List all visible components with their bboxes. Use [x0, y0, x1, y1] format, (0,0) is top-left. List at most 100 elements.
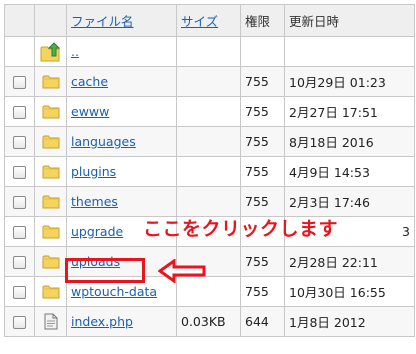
row-checkbox-cell [4, 126, 35, 157]
row-modified: 1月8日 2012 [284, 306, 415, 337]
file-link[interactable]: themes [71, 194, 118, 209]
row-select-checkbox[interactable] [13, 76, 26, 89]
row-permission: 755 [240, 276, 285, 307]
table-row[interactable]: index.php 0.03KB 644 1月8日 2012 [4, 306, 415, 337]
row-modified: 4月9日 14:53 [284, 156, 415, 187]
row-checkbox-cell [4, 186, 35, 217]
table-row[interactable]: themes 755 2月3日 17:46 [4, 186, 415, 217]
header-modified: 更新日時 [284, 4, 415, 37]
row-icon-cell [34, 36, 67, 67]
table-row[interactable]: cache 755 10月29日 01:23 [4, 66, 415, 97]
file-link[interactable]: cache [71, 74, 108, 89]
row-checkbox-cell [4, 36, 35, 67]
row-select-checkbox[interactable] [13, 256, 26, 269]
header-name[interactable]: ファイル名 [66, 4, 177, 37]
folder-icon [39, 104, 62, 119]
row-icon-cell [34, 306, 67, 337]
file-link[interactable]: languages [71, 134, 136, 149]
row-icon-cell [34, 216, 67, 247]
row-permission: 755 [240, 126, 285, 157]
row-modified: 2月28日 22:11 [284, 246, 415, 277]
row-name-cell: plugins [66, 156, 177, 187]
row-checkbox-cell [4, 276, 35, 307]
row-modified: 2月3日 17:46 [284, 186, 415, 217]
row-permission: 755 [240, 96, 285, 127]
row-modified: 10月30日 16:55 [284, 276, 415, 307]
row-icon-cell [34, 126, 67, 157]
row-size: 0.03KB [176, 306, 241, 337]
header-icon-cell [34, 4, 67, 37]
row-select-checkbox[interactable] [13, 136, 26, 149]
up-folder-icon [39, 41, 62, 62]
file-icon [39, 313, 62, 330]
row-checkbox-cell [4, 306, 35, 337]
row-modified: 10月29日 01:23 [284, 66, 415, 97]
row-modified: 8月18日 2016 [284, 126, 415, 157]
row-size [176, 156, 241, 187]
row-select-checkbox[interactable] [13, 166, 26, 179]
folder-icon [39, 284, 62, 299]
row-checkbox-cell [4, 246, 35, 277]
row-permission: 755 [240, 156, 285, 187]
row-icon-cell [34, 96, 67, 127]
row-name-cell: index.php [66, 306, 177, 337]
folder-icon [39, 254, 62, 269]
row-icon-cell [34, 186, 67, 217]
annotation-text: ここをクリックします [143, 218, 339, 240]
table-row[interactable]: languages 755 8月18日 2016 [4, 126, 415, 157]
file-link[interactable]: ewww [71, 104, 109, 119]
row-select-checkbox[interactable] [13, 226, 26, 239]
table-row[interactable]: ewww 755 2月27日 17:51 [4, 96, 415, 127]
row-icon-cell [34, 276, 67, 307]
row-permission: 755 [240, 186, 285, 217]
row-permission [240, 36, 285, 67]
annotation-highlight-box [65, 258, 145, 283]
row-name-cell: languages [66, 126, 177, 157]
table-row[interactable]: .. [4, 36, 415, 67]
row-select-checkbox[interactable] [13, 196, 26, 209]
row-name-cell: ewww [66, 96, 177, 127]
row-name-cell: cache [66, 66, 177, 97]
folder-icon [39, 224, 62, 239]
row-icon-cell [34, 246, 67, 277]
row-name-cell: themes [66, 186, 177, 217]
row-size [176, 96, 241, 127]
header-permission: 権限 [240, 4, 285, 37]
header-size[interactable]: サイズ [176, 4, 241, 37]
row-select-checkbox[interactable] [13, 286, 26, 299]
row-modified: 2月27日 17:51 [284, 96, 415, 127]
sort-by-size-link[interactable]: サイズ [181, 14, 218, 29]
file-link[interactable]: .. [71, 44, 79, 59]
row-icon-cell [34, 156, 67, 187]
row-checkbox-cell [4, 66, 35, 97]
header-checkbox-cell [4, 4, 35, 37]
file-link[interactable]: plugins [71, 164, 116, 179]
row-permission: 644 [240, 306, 285, 337]
table-row[interactable]: plugins 755 4月9日 14:53 [4, 156, 415, 187]
file-link[interactable]: index.php [71, 314, 133, 329]
folder-icon [39, 134, 62, 149]
row-size [176, 186, 241, 217]
row-permission: 755 [240, 66, 285, 97]
row-checkbox-cell [4, 216, 35, 247]
row-size [176, 36, 241, 67]
row-modified [284, 36, 415, 67]
row-icon-cell [34, 66, 67, 97]
sort-by-name-link[interactable]: ファイル名 [71, 14, 134, 29]
file-link[interactable]: upgrade [71, 224, 123, 239]
folder-icon [39, 194, 62, 209]
row-select-checkbox[interactable] [13, 106, 26, 119]
row-checkbox-cell [4, 96, 35, 127]
table-header-row: ファイル名 サイズ 権限 更新日時 [4, 4, 415, 37]
row-permission: 755 [240, 246, 285, 277]
annotation-arrow-icon [158, 259, 206, 283]
folder-icon [39, 74, 62, 89]
row-size [176, 126, 241, 157]
row-size [176, 66, 241, 97]
row-select-checkbox[interactable] [13, 316, 26, 329]
folder-icon [39, 164, 62, 179]
file-list-table: ファイル名 サイズ 権限 更新日時 .. cache 755 10月29日 01:23… [4, 4, 415, 337]
row-checkbox-cell [4, 156, 35, 187]
file-link[interactable]: wptouch-data [71, 284, 157, 299]
row-name-cell: .. [66, 36, 177, 67]
